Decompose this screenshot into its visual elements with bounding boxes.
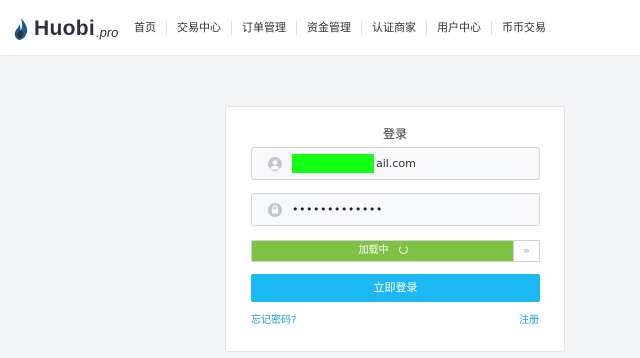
slider-status: 加载中 [252,241,514,261]
huobi-flame-icon [14,18,28,40]
login-title: 登录 [382,127,407,141]
top-navigation-bar: Huobi .pro 首页 交易中心 订单管理 资金管理 认证商家 用户中心 币… [0,0,640,56]
slider-captcha[interactable]: 加载中 » [251,240,540,262]
nav-item-coin-trading[interactable]: 币币交易 [491,21,556,35]
redacted-email-block [292,154,374,173]
brand-suffix: .pro [95,24,119,40]
nav-item-orders[interactable]: 订单管理 [231,21,296,35]
nav-item-user-center[interactable]: 用户中心 [426,21,491,35]
spinner-icon [398,245,408,254]
forgot-password-link[interactable]: 忘记密码? [251,311,296,326]
nav-item-trading-center[interactable]: 交易中心 [166,21,231,35]
nav-item-merchant[interactable]: 认证商家 [361,21,426,35]
password-value: ••••••••••••• [292,203,383,216]
brand-name: Huobi [34,17,95,40]
user-icon [268,157,282,171]
email-field[interactable]: ail.com [251,147,540,180]
password-field[interactable]: ••••••••••••• [251,193,540,226]
nav-item-home[interactable]: 首页 [124,21,166,35]
login-button[interactable]: 立即登录 [251,274,540,302]
huobi-logo[interactable]: Huobi .pro [12,16,118,42]
lock-icon [268,203,282,217]
register-link[interactable]: 注册 [519,311,539,326]
login-card: 登录 ail.com ••••••••••••• 加载中 » 立即登录 忘记密码… [225,106,565,352]
main-nav: 首页 交易中心 订单管理 资金管理 认证商家 用户中心 币币交易 [124,0,556,56]
email-value: ail.com [376,157,416,170]
nav-item-funds[interactable]: 资金管理 [296,21,361,35]
slider-handle[interactable]: » [513,241,539,261]
slider-status-label: 加载中 [358,245,389,256]
